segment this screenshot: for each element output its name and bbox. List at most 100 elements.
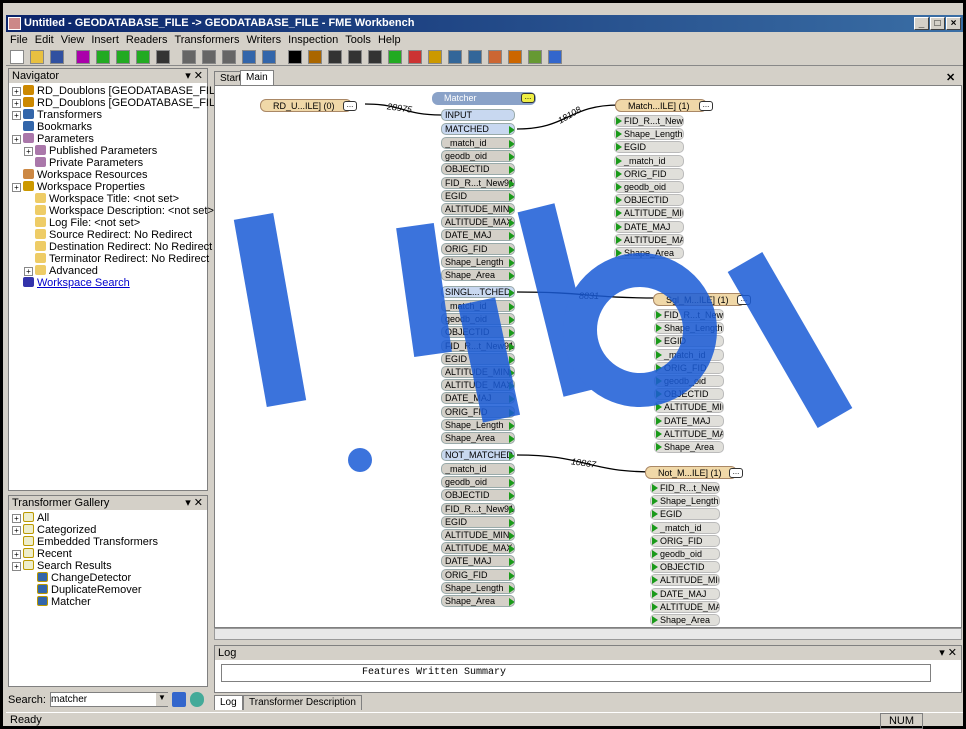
matcher-attr[interactable]: Shape_Length	[441, 581, 515, 594]
menu-item-tools[interactable]: Tools	[345, 34, 371, 46]
matcher-attr[interactable]: FID_R...t_New91	[441, 502, 515, 515]
w1-attr[interactable]: DATE_MAJ	[614, 220, 684, 233]
w1-attr[interactable]: OBJECTID	[614, 194, 684, 207]
menu-item-view[interactable]: View	[61, 34, 85, 46]
output-port-icon[interactable]	[509, 408, 514, 417]
navigator-item[interactable]: Terminator Redirect: No Redirect	[12, 253, 209, 265]
w3-attr[interactable]: FID_R...t_New91	[650, 482, 720, 494]
expand-icon[interactable]: +	[12, 87, 21, 96]
close-button[interactable]: ×	[946, 17, 961, 30]
w1-attr[interactable]: ORIG_FID	[614, 167, 684, 180]
matcher-attr[interactable]: ALTITUDE_MAX	[441, 542, 515, 555]
w2-attr[interactable]: FID_R...t_New91	[654, 309, 724, 321]
w3-attr[interactable]: Shape_Length	[650, 495, 720, 508]
output-port-icon[interactable]	[509, 571, 514, 580]
output-port-icon[interactable]	[509, 505, 514, 514]
w2-writer-header[interactable]: Sgl_M...ILE] (1)	[653, 293, 745, 306]
output-port-icon[interactable]	[509, 245, 514, 254]
w3-attr[interactable]: EGID	[650, 508, 720, 521]
log-close-icon[interactable]: ▾ ✕	[939, 646, 957, 660]
menu-item-file[interactable]: File	[10, 34, 28, 46]
w2-attr[interactable]: EGID	[654, 335, 724, 348]
open-icon[interactable]	[30, 50, 44, 64]
pan-icon[interactable]	[308, 50, 322, 64]
output-port-icon[interactable]	[509, 272, 514, 280]
output-port-icon[interactable]	[509, 140, 514, 148]
input-port-icon[interactable]	[656, 337, 662, 346]
input-port-icon[interactable]	[616, 183, 622, 191]
navigator-item[interactable]: + RD_Doublons [GEODATABASE_FILE] (1)	[12, 97, 242, 109]
navigator-item[interactable]: Workspace Search	[12, 277, 204, 289]
run-partial-icon[interactable]	[116, 50, 130, 64]
matcher-attr[interactable]: OBJECTID	[441, 163, 515, 176]
matcher-attr[interactable]: geodb_oid	[441, 313, 515, 326]
output-port-icon[interactable]	[509, 342, 514, 351]
search-dropdown-icon[interactable]: ▼	[156, 693, 168, 706]
undo-icon[interactable]	[242, 50, 256, 64]
gallery-item[interactable]: + Search Results	[12, 560, 204, 572]
output-port-icon[interactable]	[509, 598, 514, 606]
expand-icon[interactable]: +	[12, 562, 21, 571]
zoom-out-icon[interactable]	[348, 50, 362, 64]
matcher-attr[interactable]: geodb_oid	[441, 150, 515, 163]
input-port-icon[interactable]	[616, 249, 622, 257]
add-writer-icon[interactable]	[408, 50, 422, 64]
navigator-item[interactable]: Destination Redirect: No Redirect	[12, 241, 212, 253]
gallery-close-icon[interactable]: ▾ ✕	[185, 496, 203, 510]
matcher-attr[interactable]: ALTITUDE_MIN	[441, 366, 515, 378]
matcher-matched-port[interactable]: MATCHED	[441, 123, 515, 135]
output-port-icon[interactable]	[509, 452, 514, 460]
matcher-attr[interactable]: _match_id	[441, 463, 515, 475]
input-port-icon[interactable]	[656, 390, 662, 399]
expand-icon[interactable]: +	[12, 526, 21, 535]
input-port-icon[interactable]	[652, 484, 658, 492]
tab-log[interactable]: Log	[214, 695, 243, 710]
matcher-attr[interactable]: OBJECTID	[441, 326, 515, 339]
w3-attr[interactable]: geodb_oid	[650, 548, 720, 560]
input-port-icon[interactable]	[656, 350, 662, 359]
input-port-icon[interactable]	[656, 324, 662, 333]
output-port-icon[interactable]	[509, 289, 514, 297]
navigator-item[interactable]: Bookmarks	[12, 121, 204, 133]
w2-attr[interactable]: Shape_Area	[654, 441, 724, 453]
w3-attr[interactable]: _match_id	[650, 521, 720, 534]
input-port-icon[interactable]	[656, 403, 662, 412]
grid-icon[interactable]	[468, 50, 482, 64]
output-port-icon[interactable]	[509, 466, 514, 474]
output-port-icon[interactable]	[509, 303, 514, 311]
w1-writer-header[interactable]: Match...ILE] (1)	[615, 99, 707, 112]
w2-attr[interactable]: DATE_MAJ	[654, 414, 724, 427]
matcher-single-port[interactable]: SINGL...TCHED	[441, 286, 515, 298]
translate-icon[interactable]	[508, 50, 522, 64]
input-port-icon[interactable]	[656, 311, 662, 319]
navigator-item[interactable]: Source Redirect: No Redirect	[12, 229, 204, 241]
output-port-icon[interactable]	[509, 421, 514, 430]
output-port-icon[interactable]	[509, 435, 514, 443]
maximize-button[interactable]: □	[930, 17, 945, 30]
matcher-attr[interactable]: DATE_MAJ	[441, 392, 515, 405]
output-port-icon[interactable]	[509, 179, 514, 188]
navigator-item[interactable]: + Advanced	[12, 265, 204, 277]
expand-icon[interactable]: +	[12, 514, 21, 523]
navigator-item[interactable]: + Parameters	[12, 133, 204, 145]
zoom-fit-icon[interactable]	[368, 50, 382, 64]
matcher-attr[interactable]: ALTITUDE_MAX	[441, 379, 515, 392]
navigator-item[interactable]: Log File: <not set>	[12, 217, 204, 229]
w3-attr[interactable]: ALTITUDE_MAX	[650, 600, 720, 613]
input-port-icon[interactable]	[656, 363, 662, 372]
tab-main[interactable]: Main	[240, 70, 274, 86]
options-icon[interactable]	[528, 50, 542, 64]
input-port-icon[interactable]	[652, 576, 658, 585]
input-port-icon[interactable]	[652, 616, 658, 624]
w3-attr[interactable]: OBJECTID	[650, 561, 720, 574]
gallery-item[interactable]: + Recent	[12, 548, 204, 560]
reader-options-icon[interactable]: ...	[343, 101, 357, 111]
input-port-icon[interactable]	[652, 602, 658, 611]
menu-item-inspection[interactable]: Inspection	[288, 34, 338, 46]
w1-attr[interactable]: Shape_Length	[614, 128, 684, 141]
w2-attr[interactable]: Shape_Length	[654, 322, 724, 335]
navigator-item[interactable]: + Workspace Properties	[12, 181, 204, 193]
w1-attr[interactable]: FID_R...t_New91	[614, 115, 684, 127]
expand-icon[interactable]: +	[12, 550, 21, 559]
matcher-attr[interactable]: ALTITUDE_MIN	[441, 529, 515, 541]
